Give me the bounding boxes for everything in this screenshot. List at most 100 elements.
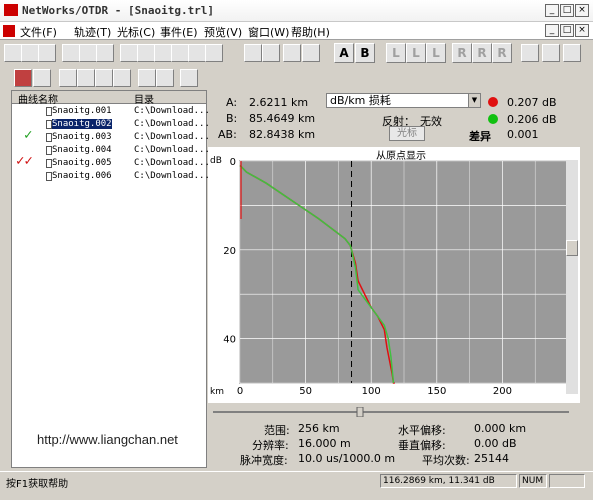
resolution-label: 分辨率:	[252, 439, 289, 452]
scrollbar-thumb[interactable]	[566, 240, 578, 256]
tool1-icon[interactable]	[59, 69, 77, 87]
grid-view-icon[interactable]	[283, 44, 301, 62]
menu-trace[interactable]: 轨迹(T)	[74, 24, 111, 40]
measure-mode-select[interactable]: dB/km 损耗 ▼	[326, 93, 481, 108]
trace-row[interactable]: Snaoitg.004 C:\Download...	[12, 144, 210, 157]
crosshair-icon[interactable]	[302, 44, 320, 62]
window-title: NetWorks/OTDR - [Snaoitg.trl]	[22, 4, 215, 17]
trace-dir: C:\Download...	[134, 119, 210, 129]
mdi-restore-button[interactable]: □	[560, 24, 574, 37]
trace-name: Snaoitg.006	[52, 171, 112, 181]
zoom-fit-icon[interactable]	[563, 44, 581, 62]
minimize-button[interactable]: _	[545, 4, 559, 17]
vertical-scrollbar[interactable]	[566, 160, 578, 394]
document2-icon[interactable]	[188, 44, 206, 62]
x-tick-label: 0	[237, 386, 243, 397]
pulse-width-value: 10.0 us/1000.0 m	[298, 452, 396, 465]
status-bar: 按F1获取帮助 116.2869 km, 11.341 dB NUM	[0, 471, 593, 490]
close-button[interactable]: ×	[575, 4, 589, 17]
app-window: NetWorks/OTDR - [Snaoitg.trl] _ □ × 文件(F…	[0, 0, 593, 500]
h-offset-label: 水平偏移:	[398, 424, 446, 437]
average-label: 平均次数:	[422, 454, 470, 467]
trace-row[interactable]: Snaoitg.002 C:\Download...	[12, 118, 210, 131]
trace-row[interactable]: ✓ Snaoitg.003 C:\Download...	[12, 127, 210, 144]
status-num: NUM	[519, 474, 547, 488]
title-bar: NetWorks/OTDR - [Snaoitg.trl] _ □ ×	[0, 0, 593, 22]
zoom-out-icon[interactable]	[542, 44, 560, 62]
marker-r3-button[interactable]: R	[492, 43, 512, 63]
x-tick-label: 50	[299, 386, 312, 397]
menu-event[interactable]: 事件(E)	[160, 24, 198, 40]
check-mark[interactable]: ✓	[24, 127, 32, 143]
open-icon[interactable]	[21, 44, 39, 62]
marker-l2-button[interactable]: L	[406, 43, 426, 63]
otdr-chart[interactable]: 0 50 100 150 200 0 20 40 dB km	[208, 147, 580, 403]
document-icon[interactable]	[171, 44, 189, 62]
zoom-in-icon[interactable]	[521, 44, 539, 62]
trace-name: Snaoitg.003	[52, 132, 112, 142]
tool4-icon[interactable]	[113, 69, 131, 87]
mdi-close-button[interactable]: ×	[575, 24, 589, 37]
col-name-header[interactable]: 曲线名称	[18, 91, 58, 106]
marker-l1-button[interactable]: L	[386, 43, 406, 63]
menu-help[interactable]: 帮助(H)	[291, 24, 330, 40]
help-icon[interactable]	[205, 44, 223, 62]
marker-r1-button[interactable]: R	[452, 43, 472, 63]
trace-row[interactable]: ✓✓ Snaoitg.005 C:\Download...	[12, 153, 210, 170]
y-tick-label: 20	[223, 246, 236, 257]
tool5-icon[interactable]	[138, 69, 156, 87]
print-icon[interactable]	[120, 44, 138, 62]
v-offset-value: 0.00 dB	[474, 437, 517, 450]
status-coordinate: 116.2869 km, 11.341 dB	[380, 474, 517, 488]
trace-name: Snaoitg.001	[52, 106, 112, 116]
menu-cursor[interactable]: 光标(C)	[117, 24, 155, 40]
maximize-button[interactable]: □	[560, 4, 574, 17]
export-icon[interactable]	[154, 44, 172, 62]
tool7-icon[interactable]	[180, 69, 198, 87]
marker-r2-button[interactable]: R	[472, 43, 492, 63]
status-help-text: 按F1获取帮助	[6, 479, 69, 490]
mdi-minimize-button[interactable]: _	[545, 24, 559, 37]
trace-scissors-icon[interactable]	[244, 44, 262, 62]
record-icon[interactable]	[14, 69, 32, 87]
trace-row[interactable]: Snaoitg.006 C:\Download...	[12, 170, 210, 183]
menu-preview[interactable]: 预览(V)	[204, 24, 242, 40]
tool2-icon[interactable]	[77, 69, 95, 87]
trace-list-header: 曲线名称 目录	[12, 91, 206, 106]
save-icon[interactable]	[38, 44, 56, 62]
menu-bar: 文件(F) 轨迹(T) 光标(C) 事件(E) 预览(V) 窗口(W) 帮助(H…	[0, 22, 593, 40]
diff-value: 0.001	[507, 128, 539, 141]
print-preview-icon[interactable]	[137, 44, 155, 62]
check-mark[interactable]: ✓✓	[16, 153, 33, 169]
tool3-icon[interactable]	[95, 69, 113, 87]
trace-name: Snaoitg.004	[52, 145, 112, 155]
tool6-icon[interactable]	[156, 69, 174, 87]
cursor-button[interactable]: 光标	[389, 126, 425, 141]
cursor-b-button[interactable]: B	[355, 43, 375, 63]
x-tick-label: 200	[493, 386, 512, 397]
horizontal-slider[interactable]	[213, 407, 569, 417]
cut-icon[interactable]	[62, 44, 80, 62]
red-trace-dot	[488, 97, 498, 107]
doc-icon[interactable]	[3, 25, 15, 37]
paste-icon[interactable]	[96, 44, 114, 62]
menu-window[interactable]: 窗口(W)	[248, 24, 289, 40]
range-value: 256 km	[298, 422, 340, 435]
new-icon[interactable]	[4, 44, 22, 62]
trace-row[interactable]: Snaoitg.001 C:\Download...	[12, 105, 210, 118]
range-label: 范围:	[264, 424, 290, 437]
copy-icon[interactable]	[79, 44, 97, 62]
trace-name: Snaoitg.002	[52, 119, 112, 129]
cursor-a-button[interactable]: A	[334, 43, 354, 63]
list-icon[interactable]	[33, 69, 51, 87]
main-toolbar: A B L L L R R R	[0, 42, 593, 64]
chevron-down-icon[interactable]: ▼	[468, 94, 480, 107]
average-value: 25144	[474, 452, 509, 465]
x-tick-label: 100	[362, 386, 381, 397]
menu-file[interactable]: 文件(F)	[20, 24, 57, 40]
grid-icon[interactable]	[262, 44, 280, 62]
measure-mode-value: dB/km 损耗	[330, 94, 391, 107]
marker-l3-button[interactable]: L	[426, 43, 446, 63]
col-dir-header[interactable]: 目录	[134, 91, 154, 106]
trace-dir: C:\Download...	[134, 171, 210, 181]
